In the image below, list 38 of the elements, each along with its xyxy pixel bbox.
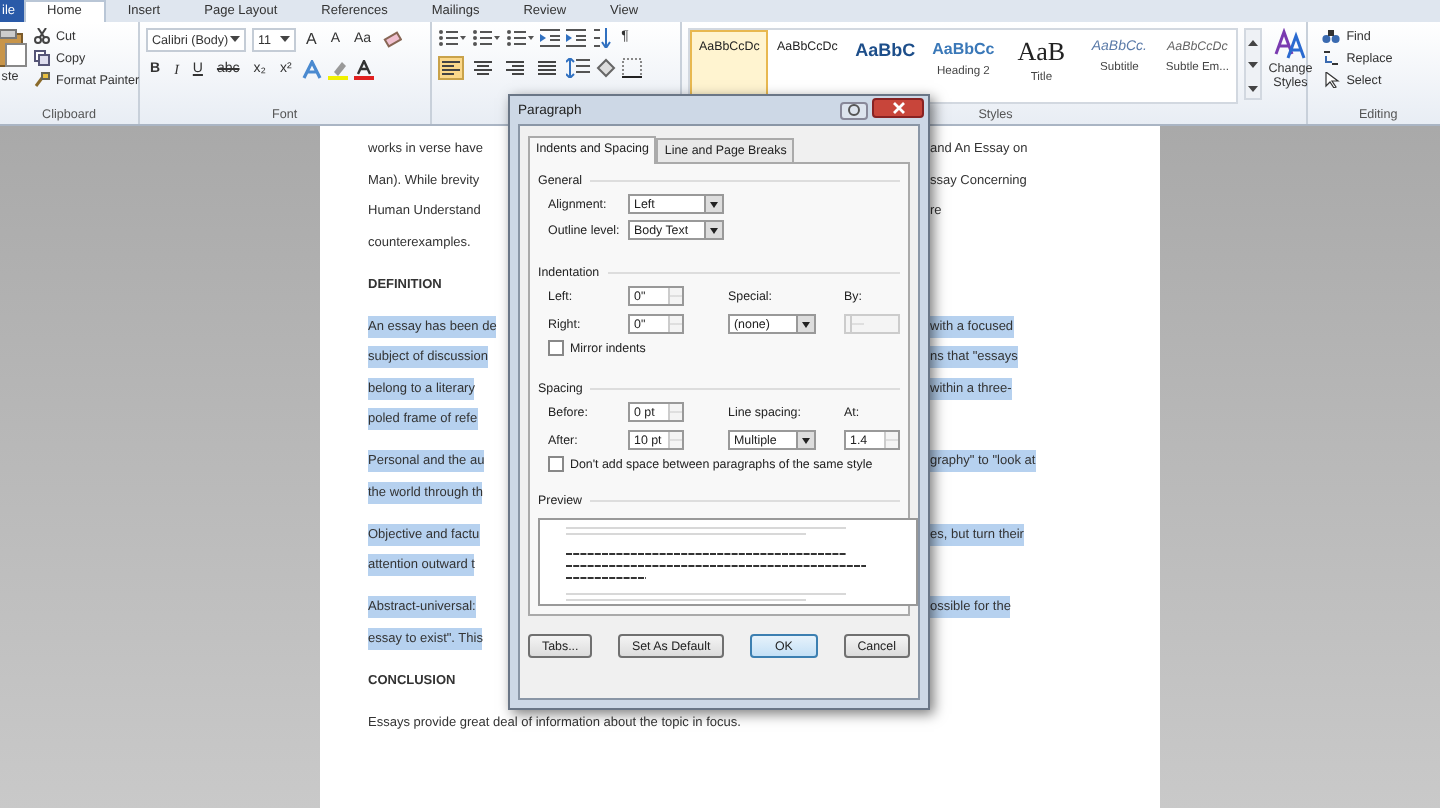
clipboard-icon xyxy=(0,28,28,68)
indent-icon xyxy=(539,28,560,48)
eraser-icon xyxy=(381,30,402,50)
caret-icon xyxy=(230,36,240,44)
grow-font-button[interactable]: A xyxy=(302,30,321,50)
checkbox[interactable] xyxy=(548,456,564,472)
brush-icon xyxy=(34,72,50,88)
font-color-icon xyxy=(353,60,374,80)
highlighter-icon xyxy=(327,60,348,80)
copy-icon xyxy=(34,50,50,66)
caret-icon xyxy=(710,201,718,207)
align-button[interactable] xyxy=(501,56,528,80)
by-field[interactable] xyxy=(844,314,900,334)
scissors-icon xyxy=(34,28,50,44)
sort-icon xyxy=(591,28,612,48)
close-icon xyxy=(891,101,905,113)
borders-icon xyxy=(621,58,642,78)
align-button[interactable] xyxy=(437,56,464,80)
caret-icon xyxy=(802,321,810,327)
style-option[interactable]: AaBbC xyxy=(846,30,925,102)
list-icon xyxy=(471,28,500,48)
letters-icon xyxy=(1274,28,1307,60)
align-button[interactable] xyxy=(469,56,496,80)
gallery-scrollbar[interactable] xyxy=(1244,28,1263,100)
list-icon xyxy=(437,28,466,48)
caret-icon xyxy=(802,437,810,443)
binoculars-icon xyxy=(1322,28,1341,44)
checkbox[interactable] xyxy=(548,340,564,356)
caret-icon xyxy=(280,36,290,44)
text-effects-icon xyxy=(301,60,322,80)
align-button[interactable] xyxy=(533,56,560,80)
caret-icon xyxy=(710,227,718,233)
list-icon xyxy=(505,28,534,48)
line-spacing-icon xyxy=(565,58,590,78)
help-button[interactable] xyxy=(840,101,868,119)
close-button[interactable] xyxy=(872,97,924,117)
pointer-icon xyxy=(1322,72,1341,88)
indent-icon xyxy=(565,28,586,48)
